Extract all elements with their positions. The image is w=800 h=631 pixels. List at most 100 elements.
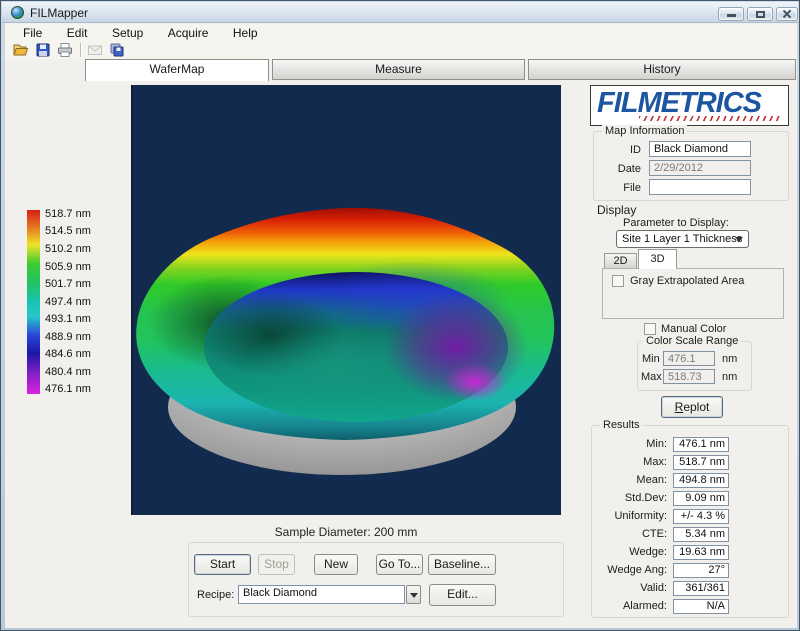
result-value: 5.34 nm (673, 527, 729, 542)
result-label: Wedge Ang: (595, 563, 667, 578)
go-to-button[interactable]: Go To... (376, 554, 423, 575)
save-icon[interactable] (35, 42, 52, 58)
result-value: 9.09 nm (673, 491, 729, 506)
wafer-3d-surface (131, 85, 561, 515)
result-row: Max: 518.7 nm (595, 455, 783, 470)
tab-history[interactable]: History (528, 59, 796, 80)
logo-slashes-decoration (639, 116, 781, 121)
result-row: Alarmed:N/A (595, 599, 783, 614)
close-button[interactable] (776, 7, 798, 21)
gray-extrapolated-checkbox[interactable] (612, 275, 624, 287)
color-scale-label: 514.5 nm (45, 225, 91, 237)
result-row: Wedge: 19.63 nm (595, 545, 783, 560)
result-row: Uniformity: +/- 4.3 % (595, 509, 783, 524)
replot-button-label: Replot (662, 397, 722, 417)
manual-color-checkbox[interactable] (644, 323, 656, 335)
result-label: Uniformity: (595, 509, 667, 524)
recipe-label: Recipe: (197, 589, 234, 601)
result-label: Std.Dev: (595, 491, 667, 506)
edit-recipe-button[interactable]: Edit... (429, 584, 496, 606)
window-title: FILMapper (30, 6, 88, 20)
result-value: N/A (673, 599, 729, 614)
min-field (663, 351, 715, 366)
baseline-button[interactable]: Baseline... (428, 554, 496, 575)
map-information-title: Map Information (602, 125, 687, 137)
wafer-3d-view[interactable] (131, 85, 561, 515)
color-scale-label: 518.7 nm (45, 208, 91, 220)
tab-measure[interactable]: Measure (272, 59, 525, 80)
copy-icon[interactable] (109, 42, 126, 58)
result-value: 518.7 nm (673, 455, 729, 470)
color-scale-label: 480.4 nm (45, 366, 91, 378)
tab-wafermap[interactable]: WaferMap (85, 59, 269, 81)
color-scale-label: 505.9 nm (45, 261, 91, 273)
parameter-combobox[interactable]: Site 1 Layer 1 Thickness (616, 230, 749, 248)
maximize-icon (756, 11, 765, 18)
start-button[interactable]: Start (194, 554, 251, 575)
filmetrics-logo: FILMETRICS (590, 85, 789, 126)
result-label: Mean: (595, 473, 667, 488)
max-unit: nm (722, 371, 737, 383)
result-value: 27° (673, 563, 729, 578)
file-field[interactable] (649, 179, 751, 195)
max-field (663, 369, 715, 384)
open-icon[interactable] (13, 42, 30, 58)
title-bar: FILMapper (2, 2, 798, 23)
print-icon[interactable] (57, 42, 74, 58)
parameter-value: Site 1 Layer 1 Thickness (622, 233, 742, 245)
menu-setup[interactable]: Setup (102, 24, 153, 42)
results-title: Results (600, 419, 643, 431)
manual-color-label: Manual Color (661, 323, 726, 335)
color-scale-label: 510.2 nm (45, 243, 91, 255)
result-value: 361/361 (673, 581, 729, 596)
recipe-dropdown-button[interactable] (406, 585, 421, 604)
toolbar-separator (80, 43, 81, 57)
min-label: Min (642, 353, 660, 365)
menu-file[interactable]: File (13, 24, 52, 42)
tab-2d[interactable]: 2D (604, 253, 637, 269)
result-row: CTE: 5.34 nm (595, 527, 783, 542)
replot-button[interactable]: Replot (661, 396, 723, 418)
menu-bar: File Edit Setup Acquire Help (5, 24, 797, 42)
file-label: File (597, 182, 641, 194)
result-label: Min: (595, 437, 667, 452)
result-label: Valid: (595, 581, 667, 596)
new-button[interactable]: New (314, 554, 358, 575)
result-label: Wedge: (595, 545, 667, 560)
maximize-button[interactable] (747, 7, 773, 21)
date-field (649, 160, 751, 176)
chevron-down-icon (735, 237, 743, 242)
tab-3d[interactable]: 3D (638, 249, 677, 269)
minimize-button[interactable] (718, 7, 744, 21)
recipe-combobox[interactable]: Black Diamond (238, 585, 405, 604)
gray-extrapolated-label: Gray Extrapolated Area (630, 275, 744, 287)
display-section-title: Display (597, 203, 636, 217)
close-icon (782, 9, 792, 19)
id-field[interactable] (649, 141, 751, 157)
result-value: 476.1 nm (673, 437, 729, 452)
color-scale-label: 501.7 nm (45, 278, 91, 290)
color-scale-label: 493.1 nm (45, 313, 91, 325)
result-value: +/- 4.3 % (673, 509, 729, 524)
menu-acquire[interactable]: Acquire (158, 24, 219, 42)
menu-edit[interactable]: Edit (57, 24, 98, 42)
menu-help[interactable]: Help (223, 24, 268, 42)
stop-button: Stop (258, 554, 295, 575)
date-label: Date (597, 163, 641, 175)
result-label: Max: (595, 455, 667, 470)
color-scale-range-title: Color Scale Range (643, 335, 741, 347)
color-scale-label: 488.9 nm (45, 331, 91, 343)
color-scale-label: 484.6 nm (45, 348, 91, 360)
min-unit: nm (722, 353, 737, 365)
parameter-to-display-label: Parameter to Display: (623, 217, 729, 229)
result-value: 494.8 nm (673, 473, 729, 488)
sample-diameter-caption: Sample Diameter: 200 mm (131, 525, 561, 539)
result-label: CTE: (595, 527, 667, 542)
result-row: Valid: 361/361 (595, 581, 783, 596)
result-value: 19.63 nm (673, 545, 729, 560)
export-icon (87, 42, 104, 58)
toolbar (5, 42, 797, 59)
color-scale-label: 497.4 nm (45, 296, 91, 308)
result-row: Mean: 494.8 nm (595, 473, 783, 488)
color-scale-bar (27, 210, 40, 394)
